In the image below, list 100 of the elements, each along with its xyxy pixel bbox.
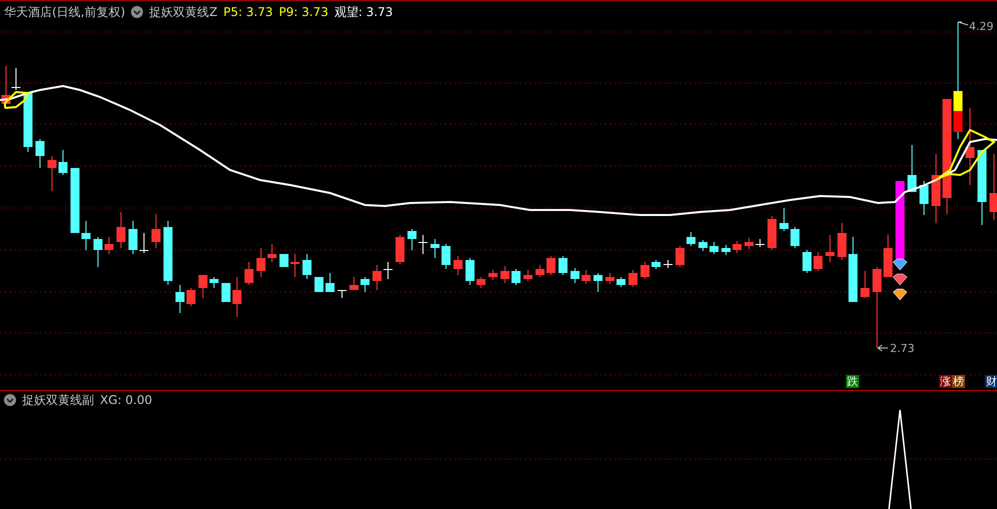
candlestick: [24, 92, 32, 152]
candlestick: [280, 254, 288, 268]
candlestick: [594, 272, 602, 292]
high-pointer-icon: [958, 22, 968, 26]
candlestick: [454, 256, 462, 276]
indicator-value: P9: 3.73: [278, 5, 328, 19]
candlestick: [710, 242, 718, 254]
indicator-name: 捉妖双黄线Z: [149, 4, 218, 20]
candlestick: [186, 288, 196, 306]
candlestick: [780, 208, 788, 232]
candlestick: [790, 226, 800, 248]
event-marker[interactable]: 涨: [939, 375, 952, 388]
candlestick: [94, 236, 102, 268]
candlestick: [384, 262, 392, 280]
candlestick: [570, 268, 580, 284]
candlestick: [838, 222, 846, 260]
candlestick: [152, 214, 160, 248]
candlestick: [652, 260, 660, 270]
candlestick: [232, 276, 242, 318]
candlestick: [920, 180, 928, 216]
event-marker[interactable]: 跌: [846, 375, 859, 388]
candlestick: [408, 228, 416, 250]
low-pointer-icon: [877, 344, 888, 352]
candlestick: [396, 234, 404, 264]
candlestick: [628, 270, 638, 288]
candlestick: [466, 258, 474, 286]
candlestick: [430, 238, 440, 258]
candlestick: [546, 256, 556, 276]
candlestick: [676, 246, 684, 268]
indicator-value: P5: 3.73: [223, 5, 273, 19]
event-marker[interactable]: 榜: [952, 375, 965, 388]
indicator-line: [935, 128, 996, 181]
candlestick: [582, 270, 590, 284]
candlestick: [512, 268, 520, 286]
candlestick: [350, 276, 358, 290]
candlestick: [222, 282, 230, 302]
candlestick: [70, 168, 80, 234]
candlestick: [606, 272, 614, 284]
candlestick: [722, 244, 730, 256]
candlestick: [128, 220, 138, 254]
candlestick: [104, 236, 114, 254]
candlestick: [768, 216, 776, 250]
candlestick: [848, 236, 858, 302]
diamond-icon: [892, 258, 908, 270]
candlestick: [418, 234, 428, 254]
candlestick: [314, 276, 324, 292]
diamond-icon: [892, 288, 908, 300]
candlestick: [36, 138, 44, 168]
candlestick: [686, 232, 696, 246]
candlestick: [488, 270, 498, 280]
dropdown-icon[interactable]: [131, 6, 144, 18]
dropdown-icon[interactable]: [4, 394, 16, 406]
candlestick: [826, 234, 834, 262]
indicator-value: XG: 0.00: [100, 393, 152, 407]
candlestick: [290, 254, 300, 278]
candlestick: [536, 264, 544, 278]
indicator-value: 观望: 3.73: [334, 4, 393, 20]
high-price-label: 4.29: [969, 21, 994, 33]
candlestick: [326, 272, 334, 292]
event-marker[interactable]: 财: [985, 375, 997, 388]
candlestick: [802, 250, 812, 274]
candlestick: [990, 154, 997, 220]
candlestick: [198, 274, 208, 298]
candlestick: [814, 252, 822, 272]
candlestick: [58, 150, 68, 176]
candlestick: [860, 270, 870, 298]
candlestick: [244, 262, 254, 286]
candlestick: [268, 244, 276, 262]
candlestick: [616, 276, 626, 288]
candlestick: [640, 262, 650, 280]
candlestick: [116, 212, 126, 248]
candlestick: [210, 276, 218, 288]
candlestick: [338, 290, 346, 298]
candlestick: [476, 276, 486, 288]
candlestick: [744, 238, 754, 250]
candlestick: [664, 260, 672, 268]
candlestick: [558, 256, 568, 276]
candlestick: [884, 234, 892, 278]
stock-title: 华天酒店(日线,前复权): [4, 4, 126, 20]
candlestick: [732, 240, 742, 254]
candlestick: [48, 156, 56, 192]
candlestick: [500, 266, 510, 284]
low-price-label: 2.73: [890, 343, 914, 355]
candlestick: [908, 144, 916, 192]
candlestick: [372, 264, 382, 290]
indicator-line: [4, 90, 30, 110]
candlestick: [82, 220, 90, 250]
candlestick: [140, 232, 148, 254]
diamond-icon: [892, 274, 908, 286]
candlestick: [302, 254, 312, 280]
candlestick: [698, 240, 708, 252]
indicator-name: 捉妖双黄线副: [22, 392, 94, 408]
candlestick: [442, 244, 450, 270]
candlestick: [756, 238, 764, 248]
candlestick: [932, 154, 940, 224]
candlestick: [256, 248, 266, 278]
candlestick: [524, 270, 532, 282]
candlestick: [360, 276, 370, 292]
candlestick: [176, 284, 184, 314]
candlestick: [164, 220, 172, 286]
